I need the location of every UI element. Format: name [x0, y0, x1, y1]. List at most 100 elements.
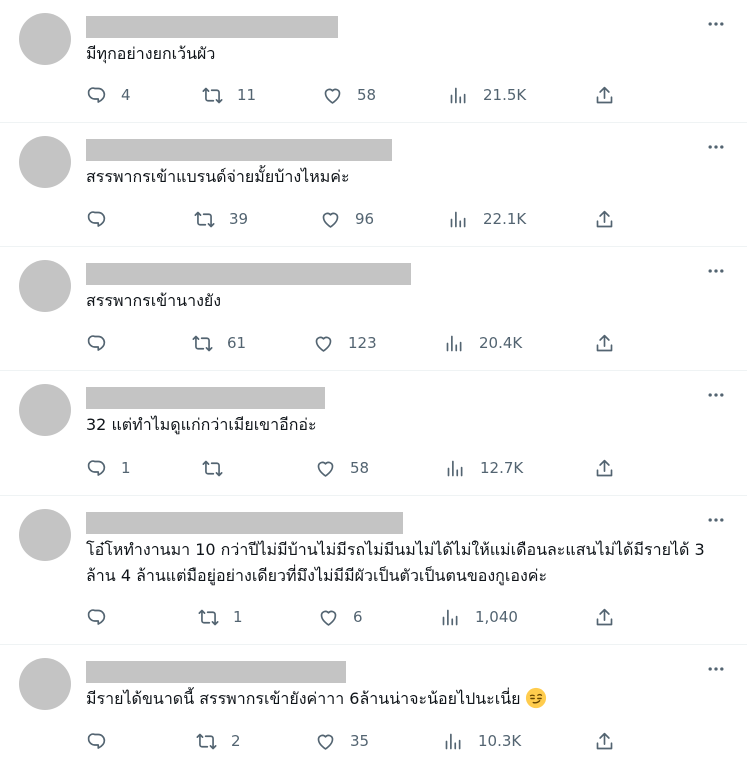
- retweet-button[interactable]: 39: [194, 207, 248, 231]
- tweet-text: สรรพากรเข้าแบรนด์จ่ายมั้ยบ้างไหมค่ะ: [86, 167, 350, 186]
- retweet-count: 11: [237, 86, 257, 104]
- retweet-count: 61: [227, 334, 247, 352]
- avatar[interactable]: [19, 384, 71, 436]
- reply-button[interactable]: [86, 729, 121, 753]
- avatar[interactable]: [19, 509, 71, 561]
- more-icon[interactable]: [705, 260, 727, 282]
- action-bar: 39 96 22.1K: [86, 207, 626, 231]
- reply-icon: [87, 334, 106, 351]
- reply-tweet[interactable]: มีทุกอย่างยกเว้นผัว 4 11 58 21.5K: [0, 0, 747, 123]
- retweet-button[interactable]: [202, 456, 237, 480]
- views-icon: [442, 609, 458, 625]
- redacted-username: [86, 512, 403, 534]
- reply-tweet[interactable]: สรรพากรเข้านางยัง 61 123 20.4K: [0, 247, 747, 371]
- share-button[interactable]: [594, 331, 615, 355]
- retweet-button[interactable]: 1: [198, 605, 243, 629]
- share-icon: [596, 732, 613, 749]
- share-icon: [596, 334, 613, 351]
- redacted-username: [86, 263, 411, 285]
- reply-count: 4: [121, 86, 131, 104]
- heart-icon: [317, 734, 334, 750]
- share-button[interactable]: [594, 729, 615, 753]
- share-icon: [596, 86, 613, 103]
- like-button[interactable]: 58: [322, 83, 376, 107]
- smirking-face-emoji-icon: [525, 687, 546, 709]
- more-icon[interactable]: [705, 13, 727, 35]
- retweet-button[interactable]: 61: [192, 331, 246, 355]
- views-button[interactable]: 22.1K: [448, 207, 526, 231]
- views-icon: [445, 733, 461, 749]
- avatar[interactable]: [19, 658, 71, 710]
- reply-count: 1: [121, 459, 131, 477]
- reply-tweet[interactable]: สรรพากรเข้าแบรนด์จ่ายมั้ยบ้างไหมค่ะ 39 9…: [0, 123, 747, 247]
- views-icon: [450, 87, 466, 103]
- reply-icon: [87, 732, 106, 749]
- views-count: 20.4K: [479, 334, 523, 352]
- tweet-text: มีทุกอย่างยกเว้นผัว: [86, 44, 216, 63]
- like-button[interactable]: 58: [315, 456, 369, 480]
- more-icon[interactable]: [705, 509, 727, 531]
- like-button[interactable]: 35: [315, 729, 369, 753]
- retweet-icon: [194, 211, 215, 227]
- like-button[interactable]: 96: [320, 207, 374, 231]
- heart-icon: [315, 336, 332, 352]
- action-bar: 1 58 12.7K: [86, 456, 626, 480]
- views-button[interactable]: 12.7K: [445, 456, 523, 480]
- like-count: 6: [353, 608, 363, 626]
- views-button[interactable]: 10.3K: [443, 729, 521, 753]
- reply-button[interactable]: [86, 207, 121, 231]
- redacted-username: [86, 661, 346, 683]
- like-button[interactable]: 123: [313, 331, 377, 355]
- more-icon[interactable]: [705, 136, 727, 158]
- tweet-text: สรรพากรเข้านางยัง: [86, 291, 222, 310]
- reply-button[interactable]: 1: [86, 456, 131, 480]
- views-icon: [446, 335, 462, 351]
- share-button[interactable]: [594, 83, 615, 107]
- like-count: 58: [357, 86, 377, 104]
- views-button[interactable]: 21.5K: [448, 83, 526, 107]
- tweet-text: มีรายได้ขนาดนี้ สรรพากรเข้ายังค่าาา 6ล้า…: [86, 686, 729, 712]
- reply-button[interactable]: [86, 331, 121, 355]
- action-bar: 61 123 20.4K: [86, 331, 626, 355]
- tweet-text: 32 แต่ทำไมดูแก่กว่าเมียเขาอีกอ่ะ: [86, 415, 317, 434]
- avatar[interactable]: [19, 136, 71, 188]
- views-count: 22.1K: [483, 210, 527, 228]
- tweet-text: โอ๋โหทำงานมา 10 กว่าปีไม่มีบ้านไม่มีรถไม…: [86, 540, 705, 585]
- share-button[interactable]: [594, 605, 615, 629]
- heart-icon: [317, 461, 334, 477]
- reply-icon: [87, 459, 106, 476]
- reply-icon: [87, 608, 106, 625]
- views-count: 10.3K: [478, 732, 522, 750]
- retweet-count: 2: [231, 732, 241, 750]
- share-button[interactable]: [594, 207, 615, 231]
- more-icon[interactable]: [705, 384, 727, 406]
- retweet-icon: [202, 87, 223, 103]
- avatar[interactable]: [19, 13, 71, 65]
- redacted-username: [86, 16, 338, 38]
- heart-icon: [324, 88, 341, 104]
- action-bar: 4 11 58 21.5K: [86, 83, 626, 107]
- share-button[interactable]: [594, 456, 615, 480]
- like-button[interactable]: 6: [318, 605, 363, 629]
- heart-icon: [322, 212, 339, 228]
- more-icon[interactable]: [705, 658, 727, 680]
- reply-button[interactable]: 4: [86, 83, 131, 107]
- views-button[interactable]: 1,040: [440, 605, 518, 629]
- retweet-icon: [196, 733, 217, 749]
- views-button[interactable]: 20.4K: [444, 331, 522, 355]
- reply-icon: [87, 210, 106, 227]
- reply-tweet[interactable]: มีรายได้ขนาดนี้ สรรพากรเข้ายังค่าาา 6ล้า…: [0, 645, 747, 765]
- reply-tweet[interactable]: 32 แต่ทำไมดูแก่กว่าเมียเขาอีกอ่ะ 1 58 12…: [0, 371, 747, 496]
- retweet-count: 39: [229, 210, 249, 228]
- reply-tweet[interactable]: โอ๋โหทำงานมา 10 กว่าปีไม่มีบ้านไม่มีรถไม…: [0, 496, 747, 645]
- retweet-icon: [192, 335, 213, 351]
- like-count: 58: [350, 459, 370, 477]
- action-bar: 1 6 1,040: [86, 605, 626, 629]
- reply-button[interactable]: [86, 605, 121, 629]
- retweet-button[interactable]: 11: [202, 83, 256, 107]
- avatar[interactable]: [19, 260, 71, 312]
- redacted-username: [86, 139, 392, 161]
- views-count: 21.5K: [483, 86, 527, 104]
- heart-icon: [320, 610, 337, 626]
- retweet-button[interactable]: 2: [196, 729, 241, 753]
